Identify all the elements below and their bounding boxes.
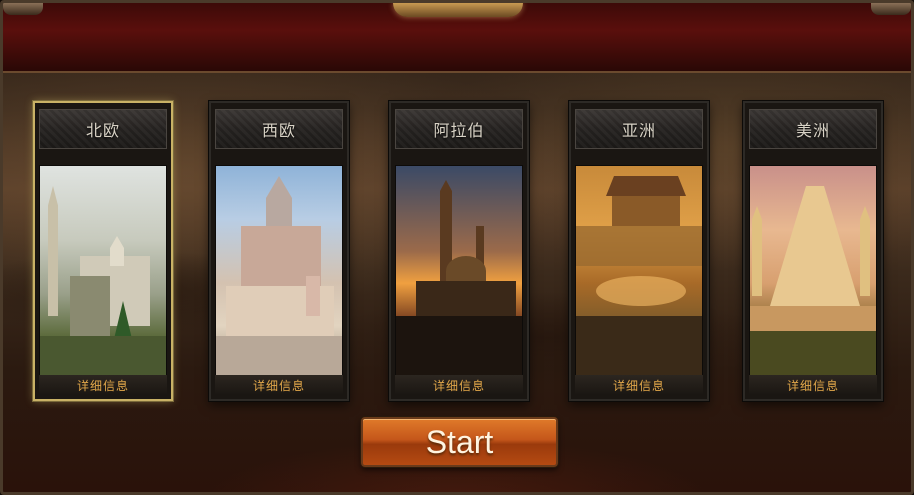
info-link-label: 详细信息 bbox=[786, 378, 839, 393]
region-name: 西欧 bbox=[261, 121, 296, 140]
info-link[interactable]: 详细信息 bbox=[395, 375, 523, 395]
region-card-header: 阿拉伯 bbox=[395, 109, 523, 149]
region-name: 亚洲 bbox=[621, 121, 656, 140]
region-image-arabia bbox=[395, 165, 523, 380]
region-image-asia bbox=[575, 165, 703, 380]
region-card-header: 亚洲 bbox=[575, 109, 703, 149]
region-card-header: 西欧 bbox=[215, 109, 343, 149]
region-card-header: 北欧 bbox=[39, 109, 167, 149]
corner-ornament-left bbox=[3, 3, 43, 15]
info-link[interactable]: 详细信息 bbox=[215, 375, 343, 395]
region-card-asia[interactable]: 亚洲 详细信息 bbox=[569, 101, 709, 401]
region-name: 美洲 bbox=[795, 121, 830, 140]
start-button[interactable]: Start bbox=[361, 417, 558, 467]
region-card-northern-europe[interactable]: 北欧 详细信息 bbox=[33, 101, 173, 401]
start-button-label: Start bbox=[425, 423, 494, 460]
region-image-western-europe bbox=[215, 165, 343, 380]
region-card-arabia[interactable]: 阿拉伯 详细信息 bbox=[389, 101, 529, 401]
info-link[interactable]: 详细信息 bbox=[575, 375, 703, 395]
region-image-northern-europe bbox=[39, 165, 167, 380]
region-name: 北欧 bbox=[85, 121, 120, 140]
region-card-americas[interactable]: 美洲 详细信息 bbox=[743, 101, 883, 401]
corner-ornament-right bbox=[871, 3, 911, 15]
region-name: 阿拉伯 bbox=[433, 121, 485, 140]
region-card-header: 美洲 bbox=[749, 109, 877, 149]
info-link[interactable]: 详细信息 bbox=[749, 375, 877, 395]
info-link-label: 详细信息 bbox=[76, 378, 129, 393]
region-select-screen: 北欧 详细信息 西欧 详细信息 阿拉伯 详细信息 亚洲 详细信息 美洲 详细信息… bbox=[0, 0, 914, 495]
region-card-western-europe[interactable]: 西欧 详细信息 bbox=[209, 101, 349, 401]
region-image-americas bbox=[749, 165, 877, 380]
info-link[interactable]: 详细信息 bbox=[39, 375, 167, 395]
info-link-label: 详细信息 bbox=[612, 378, 665, 393]
top-ornament bbox=[393, 3, 523, 17]
info-link-label: 详细信息 bbox=[252, 378, 305, 393]
info-link-label: 详细信息 bbox=[432, 378, 485, 393]
